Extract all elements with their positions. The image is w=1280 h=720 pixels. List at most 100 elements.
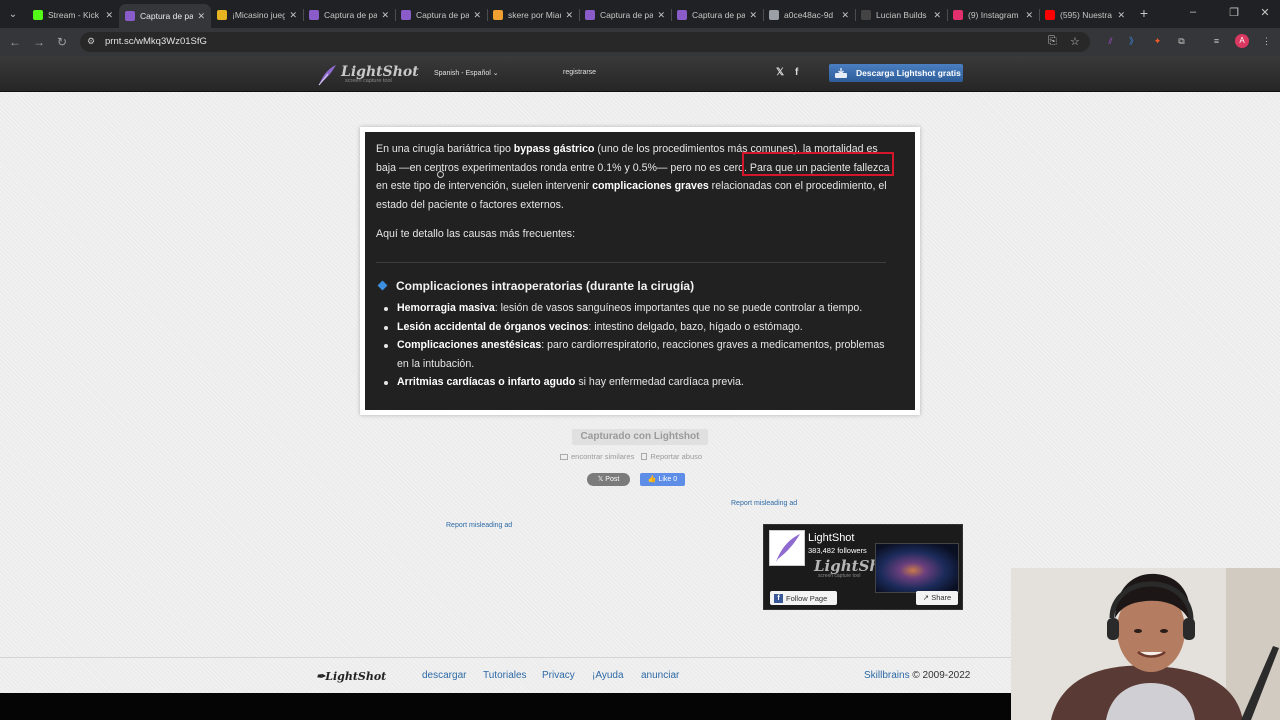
url-text[interactable]: prnt.sc/wMkq3Wz01SfG (105, 36, 207, 47)
extension-icon-2[interactable]: 》 (1127, 35, 1140, 48)
close-tab-icon[interactable]: ✕ (1025, 10, 1033, 21)
browser-tab[interactable]: skere por Miau ✕ (487, 4, 579, 26)
chevron-down-icon: ⌄ (492, 70, 499, 77)
minimize-icon[interactable]: – (1186, 6, 1200, 18)
download-button-label: Descarga Lightshot gratis (856, 68, 961, 78)
tab-label: skere por Miau (508, 10, 562, 20)
language-label: Spanish - Español (434, 70, 491, 77)
close-tab-icon[interactable]: ✕ (933, 10, 941, 21)
site-info-icon[interactable]: ⚙ (87, 36, 99, 48)
lightshot-icon (125, 11, 135, 21)
close-tab-icon[interactable]: ✕ (289, 10, 297, 21)
casino-icon (217, 10, 227, 20)
bookmark-star-icon[interactable]: ☆ (1070, 35, 1080, 48)
follow-page-button[interactable]: f Follow Page (770, 591, 837, 605)
close-tab-icon[interactable]: ✕ (841, 10, 849, 21)
report-abuse-link[interactable]: Reportar abuso (641, 452, 702, 461)
kick-icon (33, 10, 43, 20)
close-tab-icon[interactable]: ✕ (565, 10, 573, 21)
extensions-puzzle-icon[interactable]: ⧉ (1175, 35, 1188, 48)
diamond-bullet-icon (377, 280, 388, 291)
browser-tab[interactable]: Captura de pantalla✕ (671, 4, 763, 26)
language-select[interactable]: Spanish - Español ⌄ (434, 69, 499, 77)
profile-avatar[interactable]: A (1235, 34, 1249, 48)
close-tab-icon[interactable]: ✕ (105, 10, 113, 21)
browser-toolbar: ← → ↻ ⚙ prnt.sc/wMkq3Wz01SfG ⎘ ☆ ⫽ 》 ✦ ⧉… (0, 28, 1280, 56)
tab-label: a0ce48ac-9d (784, 10, 834, 20)
close-tab-icon[interactable]: ✕ (473, 10, 481, 21)
restore-icon[interactable]: ❐ (1227, 6, 1241, 19)
skillbrains-link[interactable]: Skillbrains (864, 670, 910, 681)
tab-separator (947, 9, 948, 21)
tab-label: (595) Nuestra (1060, 10, 1112, 20)
report-misleading-ad-link[interactable]: Report misleading ad (731, 500, 797, 507)
browser-menu-icon[interactable]: ⋮ (1260, 35, 1273, 48)
footer-logo[interactable]: ✒LightShot (316, 670, 386, 683)
footer-link-privacy[interactable]: Privacy (542, 670, 575, 681)
causes-intro: Aquí te detallo las causas más frecuente… (376, 228, 576, 240)
browser-tab[interactable]: Stream - Kick ✕ (27, 4, 119, 26)
feather-icon (776, 534, 800, 562)
register-link[interactable]: registrarse (563, 69, 596, 76)
x-post-button[interactable]: 𝕏 Post (587, 473, 630, 486)
lightshot-header: LightShot screen capture tool Spanish - … (0, 56, 1280, 92)
report-misleading-ad-link-2[interactable]: Report misleading ad (446, 522, 512, 529)
close-tab-icon[interactable]: ✕ (1117, 10, 1125, 21)
feather-icon: ✒ (316, 670, 326, 683)
twitter-icon[interactable]: 𝕏 (776, 67, 784, 78)
instagram-icon (953, 10, 963, 20)
lightshot-logo[interactable]: LightShot screen capture tool (316, 62, 419, 88)
close-tab-icon[interactable]: ✕ (749, 10, 757, 21)
download-button[interactable]: Descarga Lightshot gratis (829, 64, 963, 82)
find-similar-link[interactable]: encontrar similares (560, 452, 634, 461)
close-tab-icon[interactable]: ✕ (657, 10, 665, 21)
footer-link-download[interactable]: descargar (422, 670, 466, 681)
browser-tab[interactable]: (595) Nuestra ✕ (1039, 4, 1131, 26)
globe-icon (769, 10, 779, 20)
browser-tab[interactable]: a0ce48ac-9d ✕ (763, 4, 855, 26)
page-name[interactable]: LightShot (808, 532, 854, 544)
tab-label: (9) Instagram (968, 10, 1019, 20)
reading-list-icon[interactable]: ≡ (1210, 35, 1223, 48)
footer-link-advertise[interactable]: anunciar (641, 670, 679, 681)
tab-search-icon[interactable]: ⌄ (4, 5, 22, 23)
share-button[interactable]: ↗ Share (916, 591, 958, 605)
screenshot-image-frame: En una cirugía bariátrica tipo bypass gá… (360, 127, 920, 415)
captured-label: Capturado con Lightshot (572, 429, 708, 445)
reload-icon[interactable]: ↻ (54, 34, 70, 50)
tab-separator (303, 9, 304, 21)
install-app-icon[interactable]: ⎘ (1048, 35, 1057, 48)
back-icon[interactable]: ← (7, 34, 23, 50)
close-tab-icon[interactable]: ✕ (381, 10, 389, 21)
browser-tab[interactable]: Captura de pantalla✕ (579, 4, 671, 26)
list-item: Arritmias cardíacas o infarto agudo si h… (383, 373, 893, 392)
extension-icon-3[interactable]: ✦ (1151, 35, 1164, 48)
forward-icon[interactable]: → (31, 34, 47, 50)
close-tab-icon[interactable]: ✕ (197, 11, 205, 22)
footer-link-tutorials[interactable]: Tutoriales (483, 670, 527, 681)
feather-icon (318, 65, 336, 86)
browser-tab[interactable]: Captura de pantalla✕ (119, 4, 211, 28)
facebook-page-widget[interactable]: LightShot 383,482 followers LightShot sc… (763, 524, 963, 610)
browser-tab[interactable]: (9) Instagram ✕ (947, 4, 1039, 26)
list-item: Lesión accidental de órganos vecinos: in… (383, 318, 893, 337)
close-window-icon[interactable]: ✕ (1258, 6, 1272, 19)
tab-separator (395, 9, 396, 21)
fb-like-button[interactable]: 👍 Like 0 (640, 473, 685, 486)
browser-tab[interactable]: Captura de pantalla✕ (395, 4, 487, 26)
screenshot-image[interactable]: En una cirugía bariátrica tipo bypass gá… (365, 132, 915, 410)
thumbs-up-icon: 👍 (647, 476, 657, 483)
browser-tab[interactable]: Lucian Builds ✕ (855, 4, 947, 26)
logo-title: LightShot (341, 64, 419, 81)
facebook-icon[interactable]: f (795, 67, 798, 78)
list-item: Hemorragia masiva: lesión de vasos sangu… (383, 299, 893, 318)
footer-link-help[interactable]: ¡Ayuda (592, 670, 624, 681)
divider (376, 261, 886, 263)
browser-tab[interactable]: ¡Micasino juega✕ (211, 4, 303, 26)
new-tab-button[interactable]: + (1137, 6, 1151, 20)
lightshot-icon (677, 10, 687, 20)
tab-label: Captura de pantalla (140, 11, 194, 21)
extension-icon-1[interactable]: ⫽ (1104, 35, 1117, 48)
address-bar[interactable]: ⚙ prnt.sc/wMkq3Wz01SfG ⎘ ☆ (80, 32, 1090, 52)
browser-tab[interactable]: Captura de pantalla✕ (303, 4, 395, 26)
